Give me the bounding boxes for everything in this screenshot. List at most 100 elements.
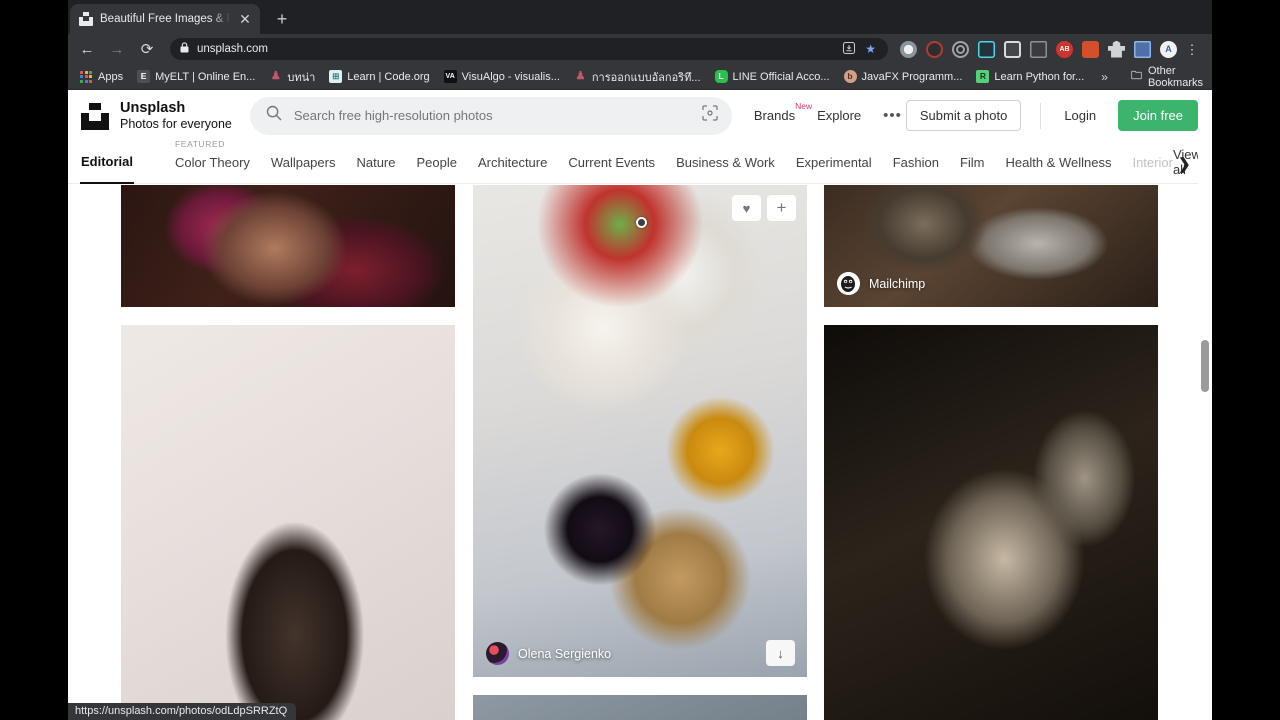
profile-avatar-icon[interactable]: A [1160, 40, 1177, 58]
bookmarks-overflow-button[interactable]: » [1092, 70, 1117, 84]
photo-image-breakfast-bowl [473, 185, 807, 677]
header-nav-explore[interactable]: Explore [817, 108, 861, 123]
site-header: Unsplash Photos for everyone Search free… [68, 90, 1212, 141]
back-button[interactable]: ← [72, 34, 102, 64]
header-nav: Brands New Explore ••• [754, 101, 902, 124]
bookmark-star-icon[interactable]: ★ [865, 42, 876, 56]
category-current-events[interactable]: Current Events [568, 155, 655, 170]
other-bookmarks-label: Other Bookmarks [1147, 64, 1203, 89]
download-photo-button[interactable]: ↓ [766, 640, 795, 666]
bookmarks-bar: Apps E MyELT | Online En... ♟ บทน่า ⊞ Le… [68, 64, 1212, 90]
featured-categories: FEATURED Color Theory Wallpapers Nature … [175, 139, 1173, 170]
category-editorial-tab[interactable]: Editorial [79, 154, 135, 184]
tab-title: Beautiful Free Images & Picture [100, 13, 231, 25]
header-right-actions: Submit a photo Login Join free [905, 100, 1198, 131]
page-scrollbar[interactable] [1198, 90, 1212, 720]
abp-extension-icon[interactable]: AB [1056, 40, 1073, 58]
visual-search-icon[interactable] [702, 105, 718, 126]
extensions-row: AB A [900, 40, 1177, 58]
bookmark-item[interactable]: ♟ การออกแบบอัลกอริทึ... [568, 66, 707, 88]
bookmark-favicon-icon: E [137, 70, 151, 83]
brands-new-badge: New [795, 101, 813, 111]
category-architecture[interactable]: Architecture [478, 155, 547, 170]
puzzle-extension-icon[interactable] [1108, 40, 1125, 58]
address-bar-actions: ★ [843, 41, 878, 57]
bookmark-apps-label: Apps [98, 70, 124, 83]
bookmark-item[interactable]: VA VisuAlgo - visualis... [438, 68, 566, 85]
unsplash-home-link[interactable]: Unsplash Photos for everyone [81, 100, 232, 131]
mailchimp-logo-icon [837, 272, 860, 295]
reload-button[interactable]: ⟳ [132, 34, 162, 64]
bookmark-favicon-icon: L [714, 70, 728, 83]
opera-extension-icon[interactable] [900, 40, 917, 58]
bookmark-item[interactable]: b JavaFX Programm... [838, 68, 969, 85]
category-fashion[interactable]: Fashion [893, 155, 939, 170]
page-viewport: Unsplash Photos for everyone Search free… [68, 90, 1212, 720]
bookmark-item[interactable]: E MyELT | Online En... [131, 68, 261, 85]
category-nature[interactable]: Nature [356, 155, 395, 170]
target-extension-icon[interactable] [952, 40, 969, 58]
chevron-right-icon[interactable]: ❯ [1178, 155, 1191, 173]
add-to-collection-button[interactable]: + [767, 195, 796, 221]
photo-image-man-portrait [121, 325, 455, 720]
search-box[interactable]: Search free high-resolution photos [249, 96, 732, 135]
browser-tab[interactable]: Beautiful Free Images & Picture ✕ [70, 4, 260, 34]
tabs-extension-icon[interactable] [1030, 40, 1047, 58]
bookmark-item[interactable]: ⊞ Learn | Code.org [323, 68, 435, 85]
apps-grid-icon [80, 70, 93, 83]
close-tab-icon[interactable]: ✕ [238, 12, 252, 26]
screenshot-extension-icon[interactable] [1004, 40, 1021, 58]
header-nav-brands[interactable]: Brands New [754, 101, 812, 123]
photo-card[interactable] [121, 185, 455, 307]
photo-column-1 [121, 185, 455, 720]
like-photo-button[interactable]: ♥ [732, 195, 761, 221]
adblock-extension-icon[interactable] [926, 40, 943, 58]
tab-strip: Beautiful Free Images & Picture ✕ + [68, 0, 1212, 34]
header-more-menu-button[interactable]: ••• [883, 107, 902, 124]
bookmark-label: LINE Official Acco... [732, 70, 830, 83]
category-business-work[interactable]: Business & Work [676, 155, 775, 170]
bookmark-item[interactable]: L LINE Official Acco... [709, 68, 836, 85]
category-experimental[interactable]: Experimental [796, 155, 872, 170]
bookmark-label: VisuAlgo - visualis... [461, 70, 560, 83]
bookmark-label: MyELT | Online En... [155, 70, 256, 83]
other-bookmarks-button[interactable]: 🗀 Other Bookmarks [1121, 63, 1211, 91]
photo-image-partial-bottom [473, 695, 807, 720]
header-divider [1040, 102, 1042, 129]
cast-extension-icon[interactable] [1134, 40, 1151, 58]
photo-card[interactable] [824, 325, 1158, 720]
address-bar[interactable]: unsplash.com ★ [170, 38, 888, 60]
bookmark-item[interactable]: R Learn Python for... [970, 68, 1090, 85]
category-interior[interactable]: Interior [1132, 155, 1172, 170]
forward-button[interactable]: → [102, 34, 132, 64]
category-people[interactable]: People [417, 155, 457, 170]
bookmark-favicon-icon: VA [443, 70, 457, 83]
photo-attribution[interactable]: Mailchimp [837, 272, 925, 295]
login-button[interactable]: Login [1060, 101, 1100, 130]
photo-card[interactable]: Mailchimp [824, 185, 1158, 307]
lock-icon [180, 40, 189, 58]
category-color-theory[interactable]: Color Theory [175, 155, 250, 170]
scrollbar-thumb[interactable] [1201, 340, 1209, 392]
category-wallpapers[interactable]: Wallpapers [271, 155, 336, 170]
browser-menu-button[interactable]: ⋮ [1185, 43, 1199, 56]
photo-card[interactable] [121, 325, 455, 720]
react-devtools-extension-icon[interactable] [978, 40, 995, 58]
photo-card[interactable]: ♥ + Olena Sergienko ↓ [473, 185, 807, 677]
bookmark-item[interactable]: ♟ บทน่า [263, 66, 321, 88]
install-icon[interactable] [843, 41, 856, 57]
photo-attribution[interactable]: Olena Sergienko [486, 642, 611, 665]
new-tab-button[interactable]: + [270, 8, 294, 32]
password-extension-icon[interactable] [1082, 40, 1099, 58]
search-input[interactable]: Search free high-resolution photos [294, 108, 690, 123]
bookmark-apps[interactable]: Apps [74, 69, 129, 85]
category-health-wellness[interactable]: Health & Wellness [1005, 155, 1111, 170]
category-film[interactable]: Film [960, 155, 985, 170]
photo-card[interactable] [473, 695, 807, 720]
submit-photo-button[interactable]: Submit a photo [905, 100, 1022, 131]
navigation-bar: ← → ⟳ unsplash.com ★ AB A ⋮ [68, 34, 1212, 64]
featured-label: FEATURED [175, 138, 225, 149]
join-free-button[interactable]: Join free [1118, 100, 1198, 131]
photo-actions: ♥ + [732, 195, 796, 221]
folder-icon: 🗀 [1130, 70, 1142, 82]
